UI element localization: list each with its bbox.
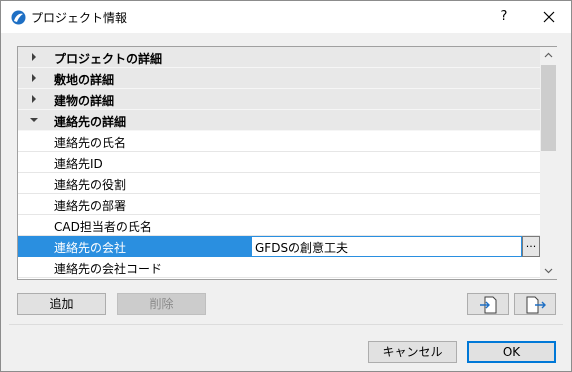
archicad-icon — [11, 10, 26, 25]
group-row-building[interactable]: 建物の詳細 — [18, 89, 540, 110]
list-item-selected[interactable]: 連絡先の会社 GFDSの創意工夫 ... — [18, 236, 540, 257]
collapse-arrow-icon[interactable] — [28, 114, 40, 126]
list-item[interactable]: 連絡先の部署 — [18, 194, 540, 215]
import-button[interactable] — [467, 293, 509, 315]
group-row-contact[interactable]: 連絡先の詳細 — [18, 110, 540, 131]
item-label: CAD担当者の氏名 — [54, 220, 152, 234]
close-icon — [543, 11, 555, 23]
group-label: 連絡先の詳細 — [54, 115, 127, 129]
dialog-title: プロジェクト情報 — [31, 11, 128, 25]
export-file-icon — [526, 296, 546, 314]
company-value-field[interactable]: GFDSの創意工夫 — [252, 236, 522, 257]
item-label: 連絡先ID — [54, 157, 103, 171]
scroll-up-icon[interactable] — [540, 47, 557, 64]
project-info-dialog: プロジェクト情報 ? プロジェクトの詳細 敷地の詳細 建物の詳細 連絡先の詳細 … — [0, 0, 572, 372]
expand-arrow-icon[interactable] — [28, 72, 40, 84]
group-label: 建物の詳細 — [54, 94, 115, 108]
scrollbar-thumb[interactable] — [541, 65, 556, 151]
item-label: 連絡先の会社 — [54, 241, 127, 255]
cancel-button[interactable]: キャンセル — [368, 341, 457, 363]
expand-arrow-icon[interactable] — [28, 51, 40, 63]
list-item[interactable]: 連絡先ID — [18, 152, 540, 173]
item-label: 連絡先の氏名 — [54, 136, 127, 150]
help-button[interactable]: ? — [489, 3, 519, 31]
export-button[interactable] — [514, 293, 556, 315]
list-item[interactable]: 連絡先の氏名 — [18, 131, 540, 152]
group-row-site[interactable]: 敷地の詳細 — [18, 68, 540, 89]
item-label: 連絡先の役割 — [54, 178, 127, 192]
import-file-icon — [480, 296, 497, 314]
vertical-scrollbar[interactable] — [540, 47, 557, 279]
group-row-project[interactable]: プロジェクトの詳細 — [18, 47, 540, 68]
scroll-down-icon[interactable] — [540, 262, 557, 279]
item-label: 連絡先の部署 — [54, 199, 127, 213]
title-bar: プロジェクト情報 ? — [1, 1, 571, 33]
group-label: プロジェクトの詳細 — [54, 52, 163, 66]
dialog-body: プロジェクトの詳細 敷地の詳細 建物の詳細 連絡先の詳細 連絡先の氏名 連絡先I… — [1, 33, 571, 371]
browse-button[interactable]: ... — [522, 236, 540, 257]
group-label: 敷地の詳細 — [54, 73, 115, 87]
list-item[interactable]: 連絡先の役割 — [18, 173, 540, 194]
property-rows: プロジェクトの詳細 敷地の詳細 建物の詳細 連絡先の詳細 連絡先の氏名 連絡先I… — [18, 47, 540, 279]
property-list: プロジェクトの詳細 敷地の詳細 建物の詳細 連絡先の詳細 連絡先の氏名 連絡先I… — [17, 46, 557, 280]
separator — [9, 324, 563, 325]
item-label: 連絡先の会社コード — [54, 262, 163, 276]
expand-arrow-icon[interactable] — [28, 93, 40, 105]
selected-item-name: 連絡先の会社 — [18, 236, 252, 257]
list-item[interactable]: CAD担当者の氏名 — [18, 215, 540, 236]
close-button[interactable] — [531, 3, 567, 31]
ok-button[interactable]: OK — [467, 341, 556, 363]
delete-button: 削除 — [117, 293, 206, 315]
list-item[interactable]: 連絡先の会社コード — [18, 257, 540, 278]
add-button[interactable]: 追加 — [17, 293, 106, 315]
